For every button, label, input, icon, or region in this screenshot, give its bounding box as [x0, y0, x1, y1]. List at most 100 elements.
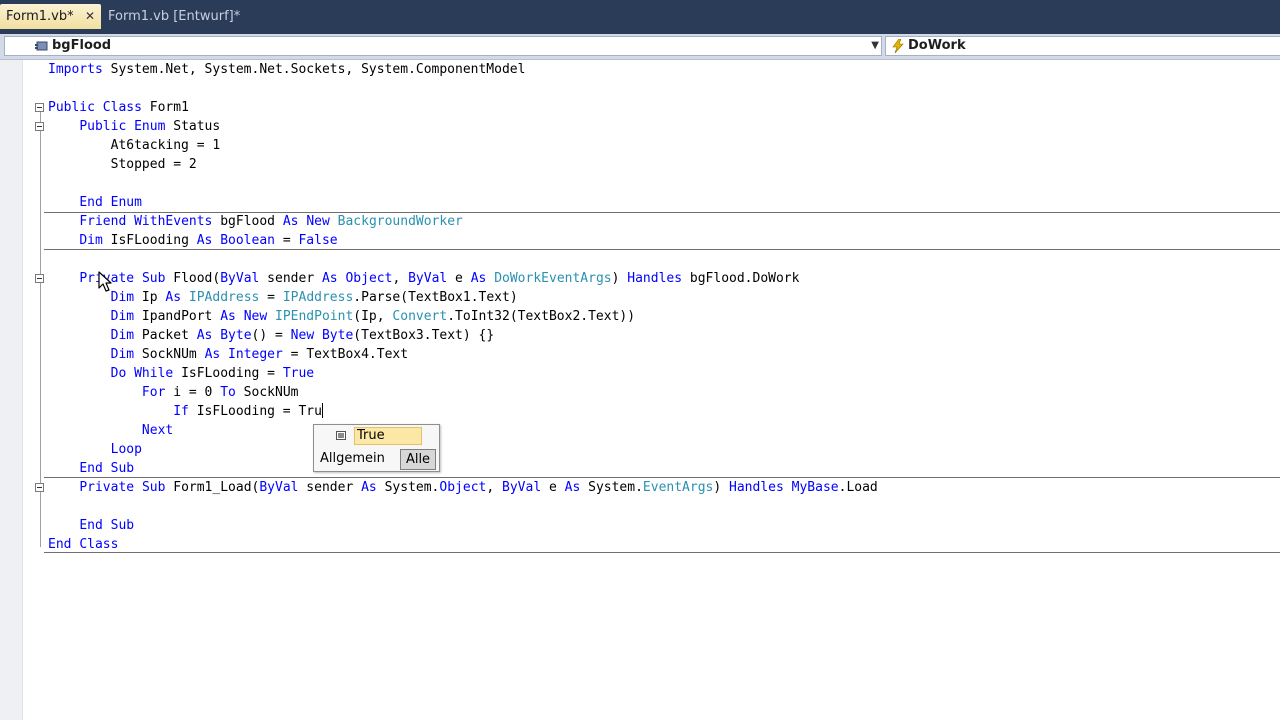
code-keyword: As [282, 214, 299, 229]
code-line[interactable]: At6tacking = 1 [48, 136, 221, 155]
code-keyword: Loop [110, 442, 142, 457]
code-type: DoWorkEventArgs [494, 271, 612, 286]
code-line[interactable]: End Enum [48, 193, 142, 212]
completion-item-true[interactable]: True [354, 427, 422, 445]
code-line[interactable]: If IsFLooding = Tru [48, 402, 323, 421]
code-line[interactable]: Imports System.Net, System.Net.Sockets, … [48, 60, 525, 79]
code-keyword: As [361, 480, 377, 495]
code-keyword: New [290, 328, 315, 343]
code-token: Stopped = 2 [48, 157, 197, 172]
code-token: bgFlood.DoWork [682, 271, 800, 286]
code-keyword: Friend [79, 214, 127, 229]
code-token: IsFLooding = [173, 366, 283, 381]
collapse-icon[interactable] [35, 103, 44, 112]
method-name-dropdown[interactable]: DoWork [885, 36, 1280, 56]
close-icon[interactable]: ✕ [85, 4, 95, 29]
mouse-pointer-icon [98, 271, 112, 292]
collapse-icon[interactable] [35, 274, 44, 283]
tab-form1-designer[interactable]: Form1.vb [Entwurf]* [102, 4, 242, 29]
code-keyword: Dim [79, 233, 103, 248]
code-line[interactable]: End Sub [48, 516, 134, 535]
code-line[interactable]: Public Enum Status [48, 117, 220, 136]
code-token: e [447, 271, 471, 286]
indicator-margin[interactable] [0, 60, 23, 720]
code-line[interactable]: For i = 0 To SockNUm [48, 383, 299, 402]
code-token: = TextBox4.Text [282, 347, 409, 362]
code-line[interactable]: Private Sub Flood(ByVal sender As Object… [48, 269, 799, 288]
code-keyword: WithEvents [134, 214, 213, 229]
code-token: ) [713, 480, 730, 495]
code-line[interactable]: Dim IsFLooding As Boolean = False [48, 231, 338, 250]
code-keyword: Do [110, 366, 127, 381]
code-line[interactable]: Dim Ip As IPAddress = IPAddress.Parse(Te… [48, 288, 518, 307]
code-type: EventArgs [642, 480, 714, 495]
event-lightning-icon [892, 39, 904, 53]
code-keyword: As [196, 328, 213, 343]
procedure-separator [44, 552, 1280, 553]
code-token: sender [298, 480, 362, 495]
document-tab-strip: Form1.vb* ✕ Form1.vb [Entwurf]* [0, 0, 1280, 34]
code-line[interactable]: Dim Packet As Byte() = New Byte(TextBox3… [48, 326, 495, 345]
code-keyword: False [298, 233, 338, 248]
code-keyword: Byte [321, 328, 354, 343]
chevron-down-icon[interactable]: ▼ [871, 37, 879, 55]
code-line[interactable]: Public Class Form1 [48, 98, 189, 117]
code-line[interactable]: Stopped = 2 [48, 155, 197, 174]
code-keyword: ByVal [259, 480, 299, 495]
tab-label: Form1.vb [Entwurf]* [108, 9, 241, 24]
code-keyword: As [321, 271, 338, 286]
code-keyword: While [134, 366, 174, 381]
code-line[interactable]: Loop [48, 440, 142, 459]
code-keyword: As [165, 290, 182, 305]
code-line[interactable]: End Sub [48, 459, 134, 478]
tab-form1-vb[interactable]: Form1.vb* ✕ [0, 4, 101, 29]
code-keyword: End [48, 537, 72, 552]
code-keyword: Integer [228, 347, 283, 362]
code-token: Packet [134, 328, 197, 343]
code-keyword: Enum [110, 195, 142, 210]
code-type: Convert [392, 309, 448, 324]
code-line[interactable]: Dim IpandPort As New IPEndPoint(Ip, Conv… [48, 307, 635, 326]
collapse-icon[interactable] [35, 483, 44, 492]
code-keyword: Sub [110, 461, 135, 476]
code-line[interactable]: Next [48, 421, 173, 440]
completion-item-label: True [357, 428, 385, 443]
tab-all[interactable]: Alle [400, 449, 436, 470]
code-line[interactable]: End Class [48, 535, 118, 554]
collapse-icon[interactable] [35, 122, 44, 131]
code-token: IsFLooding = Tru [188, 404, 322, 419]
code-token: bgFlood [212, 214, 283, 229]
code-line[interactable]: Dim SockNUm As Integer = TextBox4.Text [48, 345, 408, 364]
code-keyword: Next [141, 423, 174, 438]
tab-common[interactable]: Allgemein [320, 449, 400, 470]
code-keyword: MyBase [791, 480, 839, 495]
ide-window: Form1.vb* ✕ Form1.vb [Entwurf]* bgFlood … [0, 0, 1280, 720]
tab-label: Form1.vb* [6, 9, 74, 24]
text-caret [321, 403, 323, 418]
intellisense-popup[interactable]: True Allgemein Alle [313, 424, 440, 472]
code-line[interactable]: Do While IsFLooding = True [48, 364, 315, 383]
code-keyword: End [79, 195, 103, 210]
code-keyword: Handles [729, 480, 784, 495]
code-keyword: Byte [220, 328, 252, 343]
navigation-bar: bgFlood ▼ DoWork [0, 34, 1280, 60]
code-line[interactable]: Private Sub Form1_Load(ByVal sender As S… [48, 478, 877, 497]
code-line[interactable]: Friend WithEvents bgFlood As New Backgro… [48, 212, 463, 231]
code-keyword: New [306, 214, 330, 229]
class-name-dropdown[interactable]: bgFlood ▼ [4, 36, 882, 56]
tab-all-label: Alle [405, 452, 431, 467]
code-editor[interactable]: Imports System.Net, System.Net.Sockets, … [0, 60, 1280, 720]
